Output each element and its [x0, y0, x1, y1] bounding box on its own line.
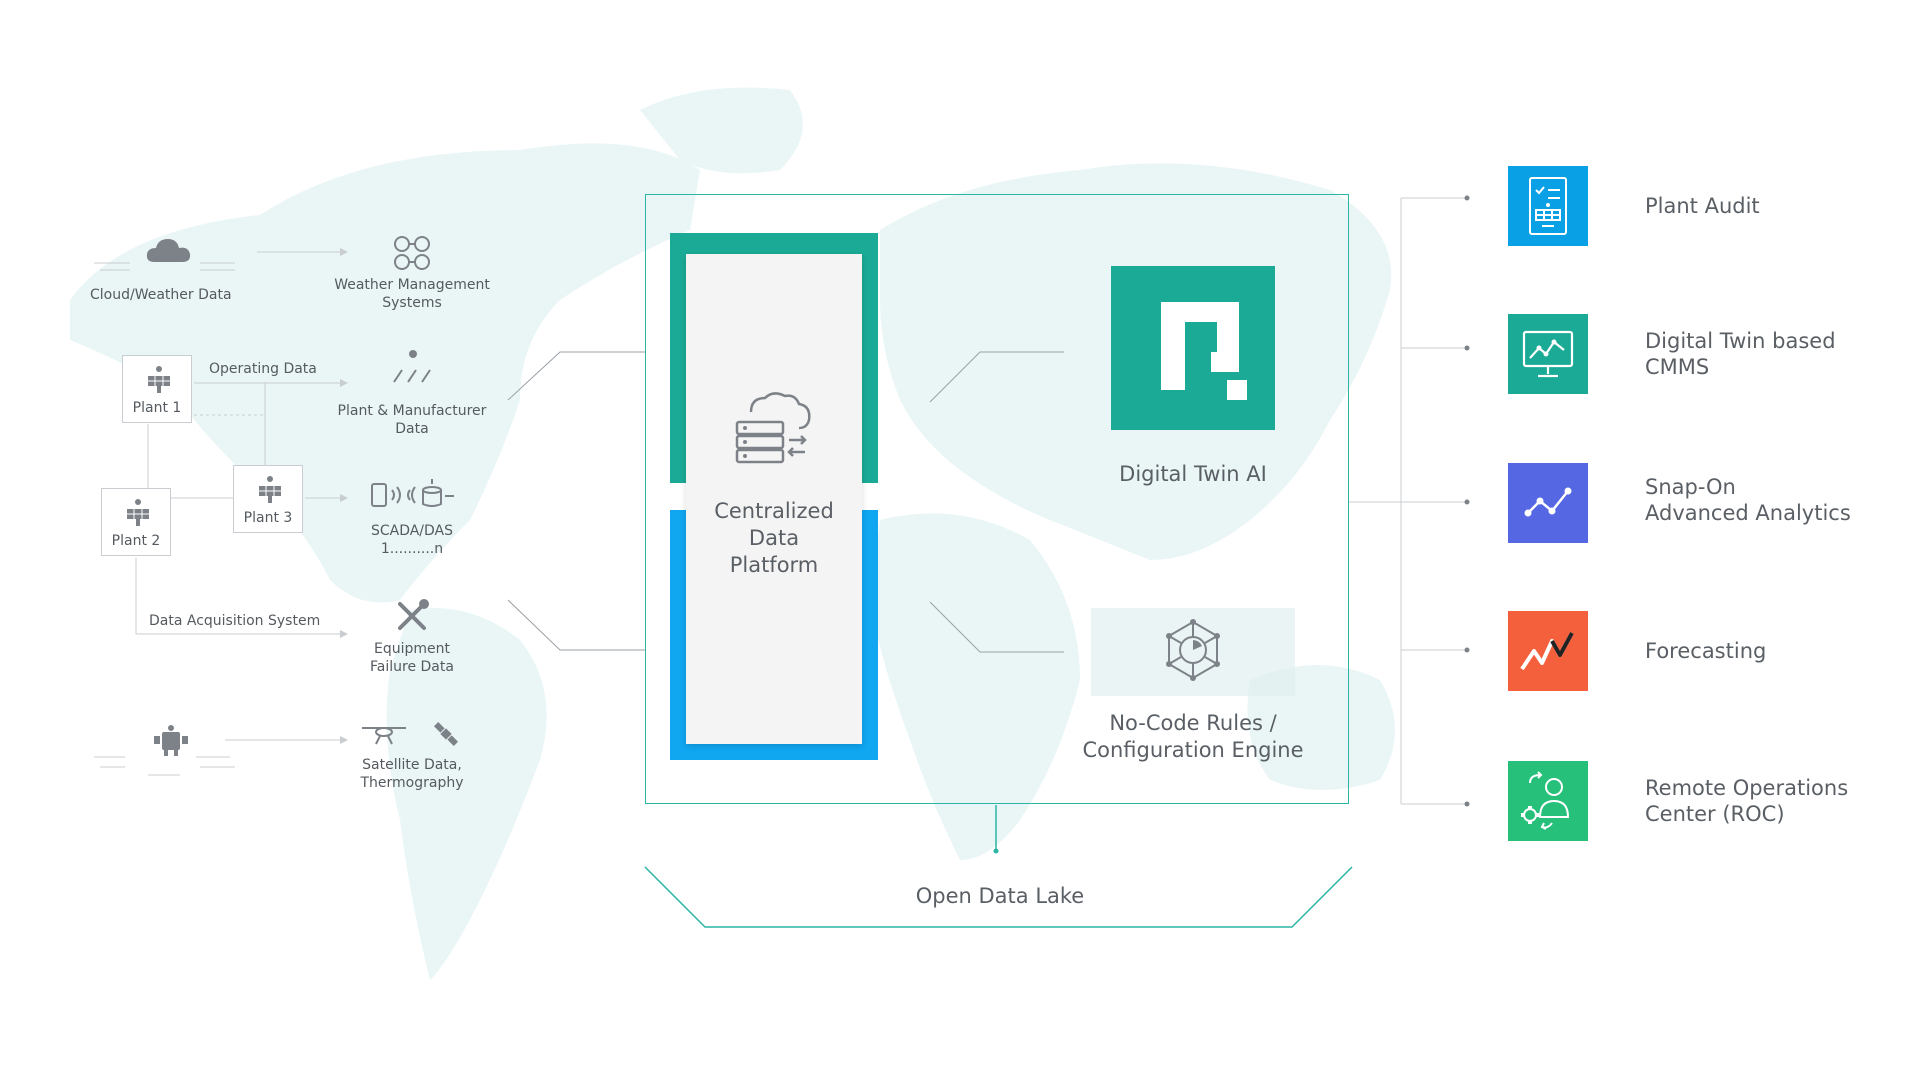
- cmms-line2: CMMS: [1645, 355, 1710, 379]
- solar-panel-icon: [148, 366, 170, 393]
- analytics-line1: Snap-On: [1645, 475, 1736, 499]
- operator-gear-icon: [1521, 771, 1570, 830]
- drone-satellite-icon: [362, 721, 459, 747]
- plant-2-node: Plant 2: [101, 488, 171, 556]
- cmms-label: Digital Twin based CMMS: [1645, 328, 1836, 380]
- scada-label: SCADA/DAS 1..........n: [330, 522, 494, 558]
- solar-panel-icon: [259, 476, 281, 503]
- wrench-screwdriver-icon: [398, 599, 429, 630]
- hexagon-network-icon: [1166, 619, 1220, 681]
- roc-line2: Center (ROC): [1645, 802, 1785, 826]
- data-lake-bracket: [644, 805, 1353, 928]
- cdp-line2: Data: [748, 526, 800, 550]
- digital-twin-logo: [1111, 266, 1275, 430]
- audit-document-icon: [1529, 177, 1567, 235]
- rules-engine-line1: No-Code Rules /: [1109, 711, 1277, 735]
- rules-engine-line2: Configuration Engine: [1082, 738, 1304, 762]
- plant-audit-label: Plant Audit: [1645, 193, 1760, 219]
- plant-audit-line1: Plant Audit: [1645, 194, 1760, 218]
- weather-mgmt-line2: Systems: [382, 295, 442, 311]
- forecasting-tile: [1508, 611, 1588, 691]
- weather-mgmt-line1: Weather Management: [334, 277, 490, 293]
- roc-line1: Remote Operations: [1645, 776, 1849, 800]
- scada-signal-icon: [371, 479, 454, 507]
- monitor-chart-icon: [1522, 330, 1574, 378]
- cdp-label: Centralized Data Platform: [686, 498, 862, 579]
- plant-mfr-line2: Data: [395, 421, 429, 437]
- weather-mgmt-label: Weather Management Systems: [330, 276, 494, 312]
- analytics-tile: [1508, 463, 1588, 543]
- equipment-label: Equipment Failure Data: [330, 640, 494, 676]
- cloud-icon: [146, 239, 191, 262]
- plant-audit-tile: [1508, 166, 1588, 246]
- plant-3-node: Plant 3: [233, 465, 303, 533]
- weather-station-icon: [394, 236, 430, 270]
- cloud-server-icon: [735, 392, 811, 464]
- digital-twin-label: Digital Twin AI: [1119, 462, 1267, 486]
- scada-line2: 1..........n: [380, 541, 444, 557]
- plant-3-label: Plant 3: [243, 510, 293, 526]
- roc-tile: [1508, 761, 1588, 841]
- sun-panels-icon: [393, 350, 431, 383]
- plant-mfr-label: Plant & Manufacturer Data: [330, 402, 494, 438]
- forecast-zigzag-icon: [1520, 632, 1574, 671]
- equipment-line2: Failure Data: [370, 659, 454, 675]
- forecasting-label: Forecasting: [1645, 638, 1766, 664]
- center-connectors: [929, 351, 1064, 653]
- operating-data-label: Operating Data: [209, 361, 317, 377]
- equipment-line1: Equipment: [374, 641, 450, 657]
- roc-label: Remote Operations Center (ROC): [1645, 775, 1848, 827]
- cloud-weather-label: Cloud/Weather Data: [90, 287, 232, 303]
- cdp-line3: Platform: [729, 553, 819, 577]
- data-acquisition-label: Data Acquisition System: [149, 613, 321, 629]
- rules-engine-label: No-Code Rules / Configuration Engine: [1061, 710, 1325, 764]
- analytics-line2: Advanced Analytics: [1645, 501, 1851, 525]
- analytics-line-icon: [1524, 487, 1572, 517]
- cmms-tile: [1508, 314, 1588, 394]
- plant-2-label: Plant 2: [111, 533, 161, 549]
- cmms-line1: Digital Twin based: [1645, 329, 1836, 353]
- output-connectors: [1349, 195, 1470, 807]
- drone-robot-icon: [154, 725, 188, 756]
- plant-mfr-line1: Plant & Manufacturer: [337, 403, 487, 419]
- satellite-label: Satellite Data, Thermography: [330, 756, 494, 792]
- cdp-line1: Centralized: [714, 499, 834, 523]
- forecasting-line1: Forecasting: [1645, 639, 1767, 663]
- plant-1-label: Plant 1: [132, 400, 182, 416]
- satellite-line2: Thermography: [360, 775, 464, 791]
- digital-twin-mark-icon: [1161, 302, 1247, 400]
- plant-1-node: Plant 1: [122, 355, 192, 423]
- data-lake-label: Open Data Lake: [915, 884, 1085, 908]
- scada-line1: SCADA/DAS: [370, 523, 454, 539]
- solar-panel-icon: [127, 499, 149, 526]
- analytics-label: Snap-On Advanced Analytics: [1645, 474, 1851, 526]
- satellite-line1: Satellite Data,: [362, 757, 462, 773]
